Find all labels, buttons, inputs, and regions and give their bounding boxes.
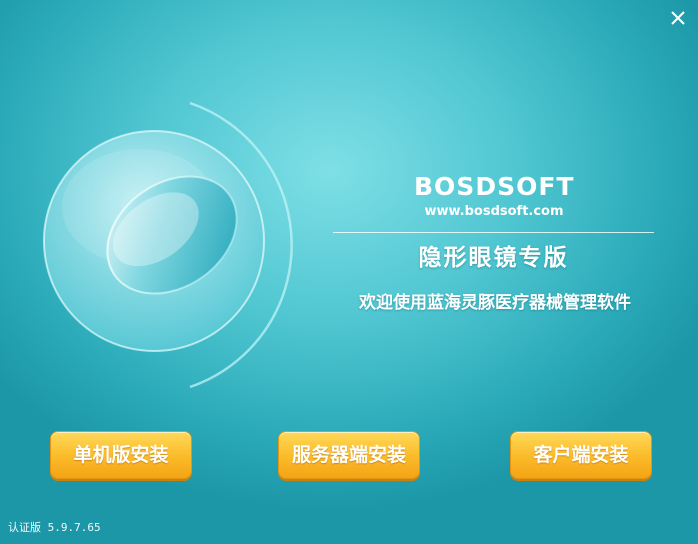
divider: [333, 232, 654, 233]
server-install-button[interactable]: 服务器端安装: [278, 431, 420, 479]
contact-lens-illustration: [43, 101, 293, 389]
installer-window: BOSDSOFT www.bosdsoft.com 隐形眼镜专版 欢迎使用蓝海灵…: [0, 0, 698, 544]
brand-logo: BOSDSOFT: [414, 172, 575, 201]
edition-title: 隐形眼镜专版: [418, 245, 569, 271]
client-install-button[interactable]: 客户端安装: [510, 431, 652, 479]
welcome-text: 欢迎使用蓝海灵豚医疗器械管理软件: [359, 293, 631, 313]
close-icon: [671, 11, 685, 25]
brand-url: www.bosdsoft.com: [424, 204, 564, 219]
version-label: 认证版 5.9.7.65: [8, 521, 101, 534]
standalone-install-button[interactable]: 单机版安装: [50, 431, 192, 479]
close-button[interactable]: [668, 8, 688, 28]
